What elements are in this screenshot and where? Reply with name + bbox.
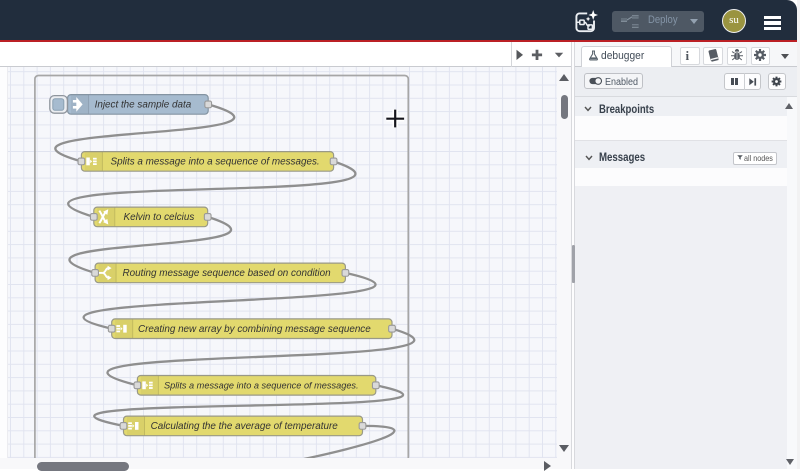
svg-text:Splits a message into a sequen: Splits a message into a sequence of mess…	[111, 157, 320, 168]
svg-text:Calculating the the average of: Calculating the the average of temperatu…	[151, 421, 339, 432]
svg-text:Splits a message into a sequen: Splits a message into a sequence of mess…	[164, 381, 359, 391]
svg-text:Inject the sample data: Inject the sample data	[95, 100, 192, 111]
svg-text:Creating new array by combinin: Creating new array by combining message …	[138, 324, 371, 335]
svg-text:Routing message sequence based: Routing message sequence based on condit…	[123, 268, 332, 279]
svg-text:Kelvin to celcius: Kelvin to celcius	[124, 212, 195, 223]
